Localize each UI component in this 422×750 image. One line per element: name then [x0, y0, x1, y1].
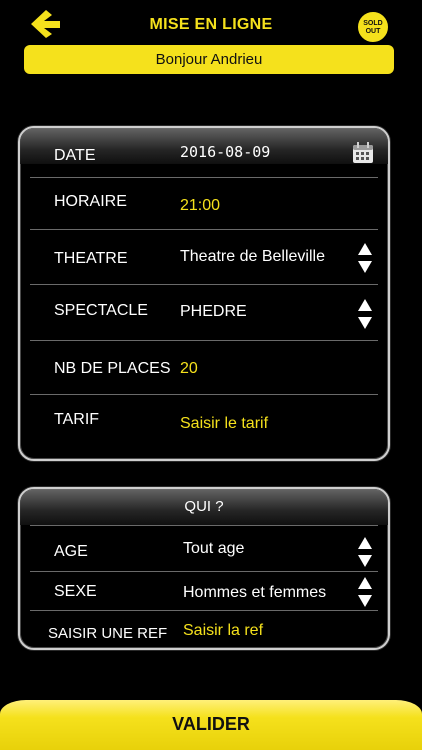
validate-button[interactable]: VALIDER	[0, 700, 422, 750]
tarif-label: TARIF	[54, 411, 100, 428]
places-label: NB DE PLACES	[54, 360, 171, 377]
calendar-icon[interactable]	[352, 142, 374, 164]
sexe-label: SEXE	[54, 583, 97, 600]
age-value[interactable]: Tout age	[183, 540, 244, 558]
sexe-row[interactable]: SEXE Hommes et femmes	[30, 572, 378, 611]
horaire-label: HORAIRE	[54, 193, 127, 210]
places-value[interactable]: 20	[180, 360, 198, 378]
ref-row[interactable]: SAISIR UNE REF Saisir la ref	[30, 611, 378, 648]
sold-out-logo: SOLD OUT	[357, 11, 389, 43]
spectacle-spinner-icon[interactable]	[358, 299, 372, 329]
audience-card: QUI ? AGE Tout age SEXE Hommes et femmes…	[18, 487, 390, 650]
age-spinner-icon[interactable]	[358, 537, 372, 567]
ref-value[interactable]: Saisir la ref	[183, 622, 263, 640]
date-label: DATE	[54, 147, 96, 164]
age-label: AGE	[54, 543, 88, 560]
spectacle-row[interactable]: SPECTACLE PHEDRE	[30, 285, 378, 341]
horaire-value[interactable]: 21:00	[180, 197, 220, 215]
event-form-card: DATE 2016-08-09 HORAIRE 21:00 THEATRE Th…	[18, 126, 390, 461]
spectacle-label: SPECTACLE	[54, 302, 148, 319]
theatre-label: THEATRE	[54, 250, 128, 267]
qui-title: QUI ?	[184, 498, 224, 515]
places-row[interactable]: NB DE PLACES 20	[30, 341, 378, 395]
logo-top-text: SOLD	[363, 20, 383, 27]
greeting-banner: Bonjour Andrieu	[24, 45, 394, 74]
date-row[interactable]: DATE 2016-08-09	[30, 128, 378, 178]
logo-bottom-text: OUT	[365, 28, 381, 35]
horaire-row[interactable]: HORAIRE 21:00	[30, 178, 378, 230]
date-value[interactable]: 2016-08-09	[180, 143, 270, 161]
tarif-row[interactable]: TARIF Saisir le tarif	[30, 395, 378, 455]
theatre-value[interactable]: Theatre de Belleville	[180, 248, 325, 266]
sexe-spinner-icon[interactable]	[358, 577, 372, 607]
tarif-value[interactable]: Saisir le tarif	[180, 415, 268, 433]
ref-label: SAISIR UNE REF	[48, 625, 168, 642]
top-bar: MISE EN LIGNE SOLD OUT Bonjour Andrieu	[0, 0, 422, 80]
age-row[interactable]: AGE Tout age	[30, 525, 378, 572]
spectacle-value[interactable]: PHEDRE	[180, 303, 247, 321]
sexe-value[interactable]: Hommes et femmes	[183, 584, 326, 602]
theatre-row[interactable]: THEATRE Theatre de Belleville	[30, 230, 378, 285]
theatre-spinner-icon[interactable]	[358, 243, 372, 273]
